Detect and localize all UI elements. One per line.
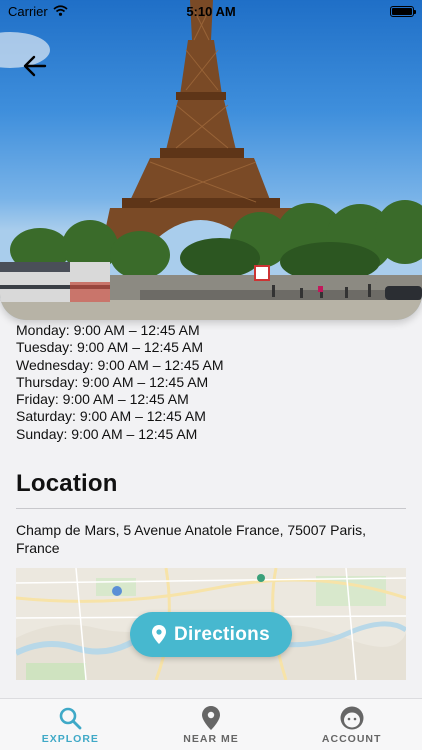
back-button[interactable] — [18, 50, 52, 82]
tab-account-label: ACCOUNT — [321, 733, 382, 745]
directions-label: Directions — [174, 623, 270, 645]
wifi-icon — [53, 4, 68, 19]
arrow-left-icon — [23, 55, 47, 77]
hero-photo — [0, 0, 422, 320]
opening-hours-sunday: Sunday: 9:00 AM – 12:45 AM — [16, 425, 198, 442]
opening-hours-list: Monday: 9:00 AM – 12:45 AM Tuesday: 9:00… — [16, 322, 408, 443]
opening-hours-tuesday: Tuesday: 9:00 AM – 12:45 AM — [16, 339, 204, 356]
eiffel-tower-photo — [0, 0, 422, 320]
section-divider — [16, 508, 406, 510]
directions-button[interactable]: Directions — [130, 612, 292, 657]
user-face-icon — [340, 706, 364, 730]
search-icon — [60, 707, 82, 730]
battery-icon — [390, 5, 416, 17]
carrier-label: Carrier — [8, 3, 48, 19]
tab-account[interactable]: ACCOUNT — [281, 699, 422, 750]
tab-near-me[interactable]: NEAR ME — [141, 699, 282, 750]
opening-hours-thursday: Thursday: 9:00 AM – 12:45 AM — [16, 373, 209, 390]
map-pin-icon — [202, 706, 220, 730]
opening-hours-wednesday: Wednesday: 9:00 AM – 12:45 AM — [16, 356, 224, 373]
tab-explore-label: EXPLORE — [41, 733, 99, 745]
address-text: Champ de Mars, 5 Avenue Anatole France, … — [16, 522, 366, 557]
tab-bar: EXPLORE NEAR ME ACCOUNT — [0, 698, 422, 750]
opening-hours-friday: Friday: 9:00 AM – 12:45 AM — [16, 391, 189, 408]
place-details: Monday: 9:00 AM – 12:45 AM Tuesday: 9:00… — [16, 322, 408, 557]
tab-explore[interactable]: EXPLORE — [0, 699, 141, 750]
status-bar: Carrier 5:10 AM — [0, 0, 422, 22]
clock-time: 5:10 AM — [186, 3, 236, 19]
tab-near-me-label: NEAR ME — [183, 733, 239, 745]
opening-hours-saturday: Saturday: 9:00 AM – 12:45 AM — [16, 408, 206, 425]
map-pin-icon — [152, 625, 167, 644]
opening-hours-monday: Monday: 9:00 AM – 12:45 AM — [16, 322, 200, 338]
location-heading: Location — [16, 470, 118, 498]
